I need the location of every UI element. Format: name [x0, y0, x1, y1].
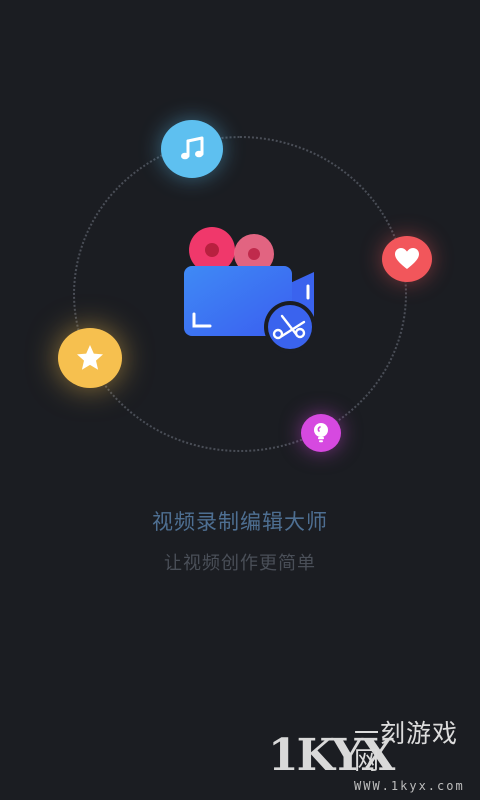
- lightbulb-bubble: [301, 414, 341, 452]
- heart-bubble: [382, 236, 432, 282]
- watermark-text-group: 一刻游戏网 WWW.1kyx.com: [354, 718, 480, 793]
- splash-screen: 视频录制编辑大师 让视频创作更简单 1KYX 一刻游戏网 WWW.1kyx.co…: [0, 0, 480, 800]
- music-bubble: [161, 120, 223, 178]
- watermark-url: WWW.1kyx.com: [354, 778, 465, 793]
- music-note-icon: [181, 136, 204, 160]
- lightbulb-icon: [314, 423, 328, 443]
- watermark-logo: 1KYX: [268, 730, 395, 781]
- star-bubble: [58, 328, 122, 388]
- app-title: 视频录制编辑大师: [152, 510, 328, 534]
- heart-icon: [395, 248, 419, 269]
- video-camera-icon: [184, 227, 316, 353]
- scissors-icon: [264, 301, 316, 353]
- watermark-site-name: 一刻游戏网: [354, 718, 459, 775]
- watermark: 1KYX 一刻游戏网 WWW.1kyx.com: [268, 719, 480, 792]
- app-subtitle: 让视频创作更简单: [164, 553, 316, 574]
- star-icon: [77, 345, 103, 370]
